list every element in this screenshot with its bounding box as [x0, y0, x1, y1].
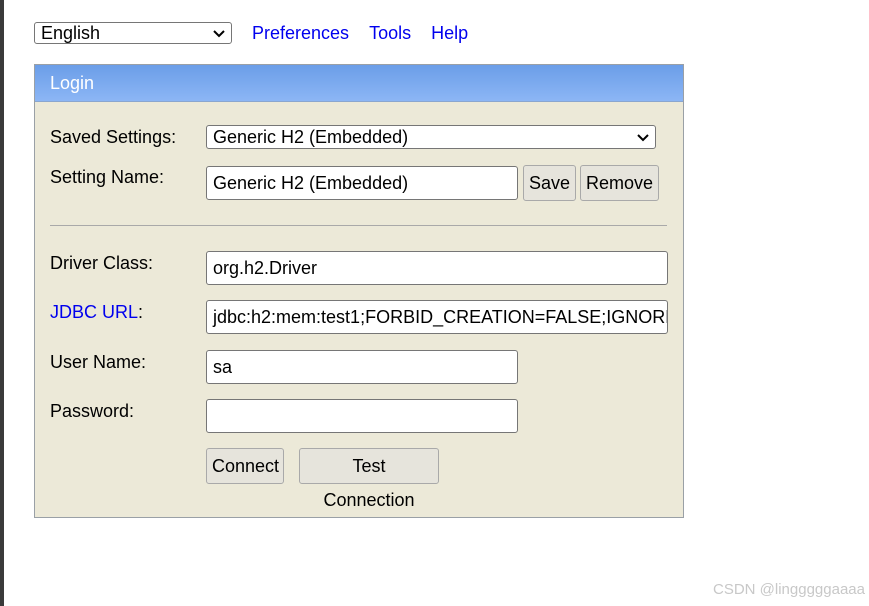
- jdbc-url-help-link[interactable]: JDBC URL: [50, 302, 138, 322]
- saved-settings-value: Generic H2 (Embedded): [213, 127, 409, 147]
- top-bar: English Preferences Tools Help: [34, 21, 468, 45]
- driver-class-label: Driver Class:: [50, 253, 154, 273]
- language-select-value: English: [41, 22, 101, 43]
- chevron-down-icon: [213, 30, 225, 38]
- connect-button[interactable]: Connect: [206, 448, 284, 484]
- divider: [50, 225, 667, 226]
- jdbc-url-input[interactable]: jdbc:h2:mem:test1;FORBID_CREATION=FALSE;…: [206, 300, 668, 334]
- tools-link[interactable]: Tools: [369, 23, 411, 44]
- setting-name-label: Setting Name:: [50, 167, 165, 187]
- setting-name-input[interactable]: Generic H2 (Embedded): [206, 166, 518, 200]
- saved-settings-label: Saved Settings:: [50, 127, 177, 147]
- language-select[interactable]: English: [34, 22, 232, 44]
- login-panel-header: Login: [35, 65, 683, 102]
- chevron-down-icon: [637, 134, 649, 142]
- save-button[interactable]: Save: [523, 165, 576, 201]
- jdbc-url-label: JDBC URL:: [50, 302, 143, 323]
- password-label: Password:: [50, 401, 135, 421]
- driver-class-input[interactable]: org.h2.Driver: [206, 251, 668, 285]
- watermark: CSDN @lingggggaaaa: [713, 581, 865, 598]
- window-left-edge: [0, 0, 4, 606]
- saved-settings-select[interactable]: Generic H2 (Embedded): [206, 125, 656, 149]
- remove-button[interactable]: Remove: [580, 165, 659, 201]
- test-connection-button[interactable]: Test Connection: [299, 448, 439, 510]
- jdbc-url-label-colon: :: [138, 302, 144, 322]
- login-panel: Login Saved Settings: Generic H2 (Embedd…: [34, 64, 684, 518]
- user-name-label: User Name:: [50, 352, 147, 372]
- help-link[interactable]: Help: [431, 23, 468, 44]
- preferences-link[interactable]: Preferences: [252, 23, 349, 44]
- user-name-input[interactable]: sa: [206, 350, 518, 384]
- password-input[interactable]: [206, 399, 518, 433]
